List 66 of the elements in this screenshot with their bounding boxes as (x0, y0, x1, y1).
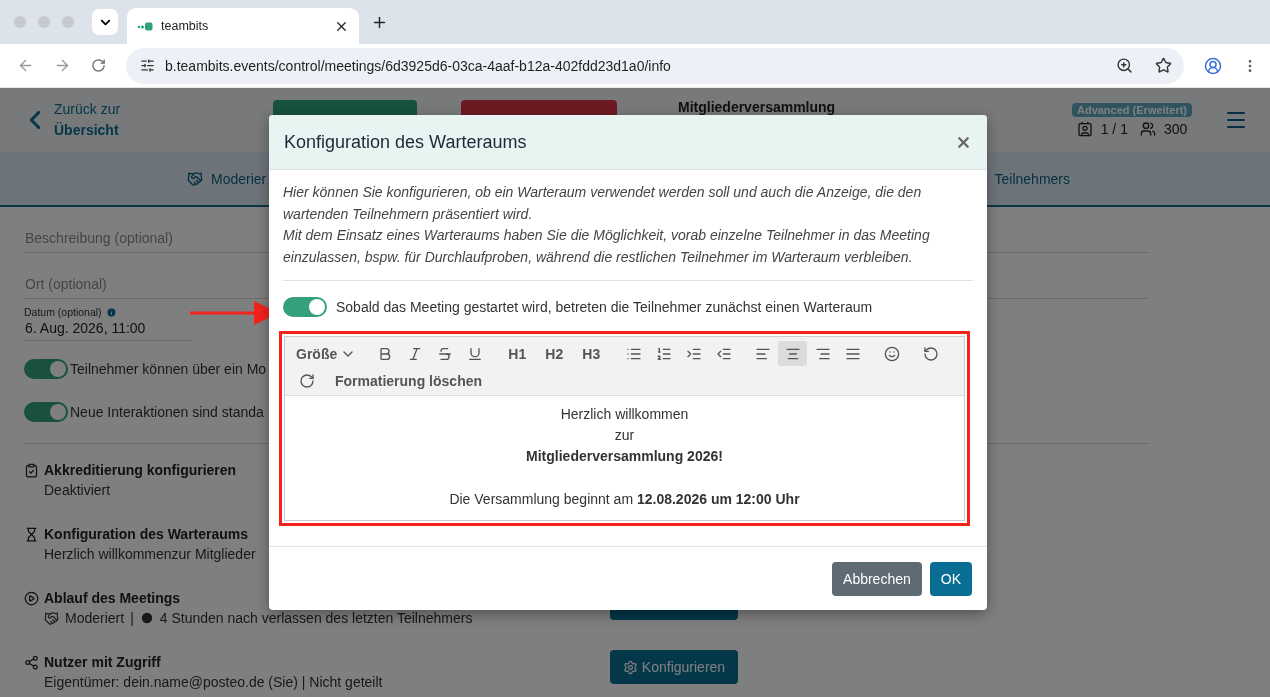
toggle-switch[interactable] (24, 358, 68, 379)
handshake-icon (187, 170, 203, 187)
room-count: 1 / 1 (1100, 121, 1128, 137)
mode-text: Moderiert (65, 610, 125, 626)
browser-tab[interactable]: teambits (127, 8, 359, 44)
numbered-list-icon (655, 345, 672, 362)
underline-icon (466, 345, 483, 362)
hourglass-icon (24, 526, 39, 542)
section-detail: Deaktiviert (44, 482, 111, 498)
clipboard-check-icon (24, 462, 39, 478)
toggle-switch[interactable] (24, 401, 68, 422)
separator-text: | (130, 610, 134, 626)
users-icon (1139, 121, 1156, 137)
cancel-button[interactable]: Abbrechen (832, 562, 922, 596)
bookmark-star-icon[interactable] (1155, 57, 1172, 74)
section-detail: Herzlich willkommenzur Mitglieder (44, 546, 256, 562)
redo-icon (298, 372, 315, 389)
editor-text-line: Mitgliederversammlung 2026! (526, 447, 723, 466)
reload-icon[interactable] (91, 58, 106, 73)
intro-text: Hier können Sie konfigurieren, ob ein Warteraum verwendet werden soll und auch die Anzeige, die den wartenden Teilnehmern präsentiert wird. (283, 183, 923, 224)
section-detail: Eigentümer: dein.name@posteo.de (Sie) | Nicht geteilt (44, 674, 383, 690)
play-icon (24, 590, 39, 606)
date-field[interactable]: Datum (optional) 6. Aug. 2026, 11:00 (24, 299, 192, 341)
timing-text: 4 Stunden nach verlassen des letzten Teilnehmers (159, 610, 473, 626)
undo-icon (922, 345, 939, 362)
teambits-logo-icon (137, 21, 153, 31)
info-icon (105, 306, 117, 318)
address-bar[interactable]: b.teambits.events/control/meetings/6d3925d6-03ca-4aaf-b12a-402fdd23d1a0/info (126, 47, 1184, 84)
section-title: Ablauf des Meetings (44, 590, 181, 606)
zoom-icon[interactable] (1116, 57, 1133, 74)
intro-text: Mit dem Einsatz eines Warteraums haben Sie die Möglichkeit, vorab einzelne Teilnehmer in das Meeting einzulassen, bspw. für Durchlaufproben, während die restlichen Teilnehmer im Warteraum verbleiben. (283, 226, 931, 267)
ok-button[interactable]: OK (929, 562, 972, 596)
id-card-icon (1076, 121, 1093, 137)
back-icon[interactable] (17, 57, 34, 74)
section-title: Konfiguration des Warteraums (44, 526, 249, 542)
toggle-label: Neue Interaktionen sind standa (70, 403, 264, 420)
plan-badge: Advanced (Erweitert) (1071, 103, 1192, 117)
participant-count: 300 (1163, 121, 1188, 137)
url-text: b.teambits.events/control/meetings/6d3925d6-03ca-4aaf-b12a-402fdd23d1a0/info (165, 57, 672, 74)
share-icon (24, 654, 39, 670)
handshake-icon (44, 610, 59, 626)
section-title: Nutzer mit Zugriff (44, 654, 161, 670)
tab-title: teambits (161, 19, 210, 33)
toggle-switch[interactable] (283, 297, 327, 317)
meeting-title: Mitgliederversammlung (678, 98, 836, 115)
forward-icon[interactable] (54, 57, 71, 74)
tab-list-button[interactable] (92, 9, 118, 35)
rich-text-editor[interactable]: Größe H1 H2 H3 Formatierung löschen Herzlich willkommen zur Mitgliederversammlung 2026! Die Versammlung beginnt am 12.08.2026 um 12:00 Uhr (284, 336, 965, 521)
heading-button[interactable]: H1 (499, 341, 536, 366)
editor-text-line: zur (614, 426, 635, 445)
editor-text-line: Die Versammlung beginnt am 12.08.2026 um 12:00 Uhr (449, 490, 800, 509)
editor-text-line: Herzlich willkommen (560, 405, 689, 424)
smiley-icon (883, 345, 900, 362)
strikethrough-icon (436, 345, 453, 362)
site-settings-icon[interactable] (140, 58, 155, 73)
gear-icon (622, 659, 638, 675)
font-size-dropdown[interactable]: Größe (292, 341, 361, 366)
dialog-title: Konfiguration des Warteraums (284, 131, 527, 153)
align-center-button[interactable] (778, 341, 808, 366)
heading-button[interactable]: H2 (536, 341, 573, 366)
toggle-label: Teilnehmer können über ein Mo (70, 360, 267, 377)
clear-formatting-button[interactable]: Formatierung löschen (331, 368, 487, 393)
section-title: Akkreditierung konfigurieren (44, 462, 237, 478)
toggle-label: Sobald das Meeting gestartet wird, betreten die Teilnehmer zunächst einen Warteraum (336, 299, 873, 315)
heading-button[interactable]: H3 (573, 341, 610, 366)
profile-icon[interactable] (1204, 56, 1222, 75)
